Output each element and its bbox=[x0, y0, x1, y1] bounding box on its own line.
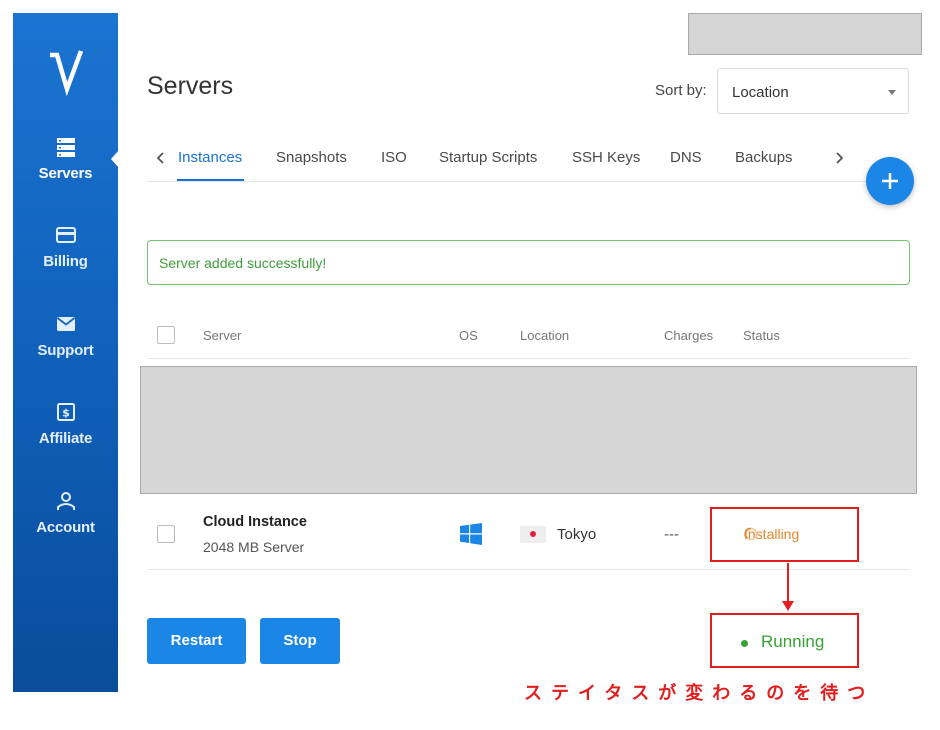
sidebar-item-label: Account bbox=[36, 519, 95, 536]
column-header-os[interactable]: OS bbox=[459, 328, 478, 343]
sort-select-value: Location bbox=[732, 84, 789, 101]
server-name-link[interactable]: Cloud Instance bbox=[203, 514, 307, 530]
redacted-area bbox=[140, 366, 917, 494]
annotation-arrow-head bbox=[782, 601, 794, 611]
spinner-icon bbox=[744, 527, 758, 541]
row-checkbox[interactable] bbox=[157, 525, 175, 543]
tab-ssh-keys[interactable]: SSH Keys bbox=[572, 149, 640, 166]
column-header-location[interactable]: Location bbox=[520, 328, 569, 343]
table-header-divider bbox=[147, 358, 910, 359]
dollar-icon: $ bbox=[56, 403, 75, 421]
mail-icon bbox=[56, 317, 75, 331]
sort-label: Sort by: bbox=[655, 82, 707, 99]
success-alert: Server added successfully! bbox=[147, 240, 910, 285]
tab-iso[interactable]: ISO bbox=[381, 149, 407, 166]
server-charges: --- bbox=[664, 526, 679, 543]
sidebar-item-label: Servers bbox=[38, 165, 93, 182]
annotation-note: ステイタスが変わるのを待つ bbox=[524, 683, 875, 704]
table-row-divider bbox=[147, 569, 910, 570]
stop-button[interactable]: Stop bbox=[260, 618, 340, 664]
sidebar: Servers Billing Support $ Affiliate Acco… bbox=[13, 13, 118, 692]
select-all-checkbox[interactable] bbox=[157, 326, 175, 344]
sidebar-item-label: Billing bbox=[43, 253, 88, 270]
tab-startup-scripts[interactable]: Startup Scripts bbox=[439, 149, 537, 166]
tab-backups[interactable]: Backups bbox=[735, 149, 793, 166]
restart-button[interactable]: Restart bbox=[147, 618, 246, 664]
sidebar-item-billing[interactable]: Billing bbox=[13, 223, 118, 271]
sort-select[interactable]: Location bbox=[717, 68, 909, 114]
sidebar-item-label: Support bbox=[37, 342, 94, 359]
running-status-box: Running bbox=[710, 613, 859, 668]
tab-dns[interactable]: DNS bbox=[670, 149, 702, 166]
user-icon bbox=[56, 492, 75, 510]
windows-icon bbox=[460, 523, 482, 545]
japan-flag-icon bbox=[520, 526, 546, 543]
chevron-left-icon[interactable] bbox=[153, 150, 169, 166]
tabs-divider bbox=[147, 181, 910, 182]
success-alert-text: Server added successfully! bbox=[159, 255, 327, 271]
column-header-status[interactable]: Status bbox=[743, 328, 780, 343]
server-size: 2048 MB Server bbox=[203, 539, 305, 555]
active-nav-caret bbox=[111, 150, 119, 168]
status-running: Running bbox=[761, 632, 825, 651]
sidebar-item-affiliate[interactable]: $ Affiliate bbox=[13, 400, 118, 448]
server-icon bbox=[56, 138, 75, 157]
status-highlight-box: Installing bbox=[710, 507, 859, 562]
svg-text:$: $ bbox=[62, 407, 70, 420]
annotation-arrow bbox=[787, 563, 789, 604]
plus-icon bbox=[882, 173, 898, 189]
running-dot-icon bbox=[741, 640, 748, 647]
vultr-logo-icon[interactable] bbox=[47, 49, 87, 101]
chevron-down-icon bbox=[888, 90, 896, 95]
chevron-right-icon[interactable] bbox=[831, 150, 847, 166]
redacted-area bbox=[688, 13, 922, 55]
column-header-charges[interactable]: Charges bbox=[664, 328, 713, 343]
server-location: Tokyo bbox=[557, 526, 597, 543]
credit-card-icon bbox=[55, 227, 76, 243]
add-server-button[interactable] bbox=[866, 157, 914, 205]
page-title: Servers bbox=[147, 72, 234, 100]
sidebar-item-servers[interactable]: Servers bbox=[13, 135, 118, 183]
column-header-server[interactable]: Server bbox=[203, 328, 241, 343]
tab-snapshots[interactable]: Snapshots bbox=[276, 149, 347, 166]
sidebar-item-account[interactable]: Account bbox=[13, 489, 118, 537]
sidebar-item-label: Affiliate bbox=[38, 430, 93, 447]
tab-instances[interactable]: Instances bbox=[178, 149, 242, 166]
sidebar-item-support[interactable]: Support bbox=[13, 312, 118, 360]
